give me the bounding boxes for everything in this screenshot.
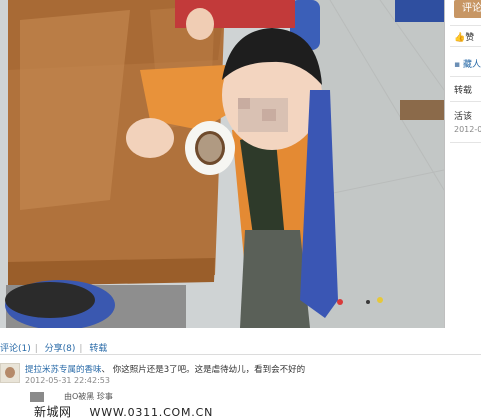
separator: |	[79, 344, 83, 354]
avatar[interactable]	[30, 392, 44, 402]
user-link[interactable]: ▪ 藏人	[454, 57, 481, 70]
photo-scene	[0, 0, 444, 328]
post-photo[interactable]	[0, 0, 445, 328]
user-name: 藏人	[462, 60, 481, 70]
post-actions: 评论(1) | 分享(8) | 转载	[0, 341, 111, 354]
watermark-site: 新城网	[34, 405, 72, 419]
reply-date: 2012-0	[454, 125, 481, 134]
comment-link[interactable]: 评论(1)	[0, 344, 31, 354]
repost-label[interactable]: 转载	[454, 83, 472, 96]
divider	[450, 101, 481, 102]
share-link[interactable]: 分享(8)	[45, 344, 76, 354]
comment-text: 你这照片还是3了吧。这是虐待幼儿，看到会不好的	[112, 365, 306, 375]
divider	[450, 46, 481, 47]
comment-separator: 、	[101, 365, 111, 375]
thumbs-up-icon: 👍	[454, 33, 466, 43]
post-sidebar: 评论 👍赞 ▪ 藏人 转载 活该 2012-0	[446, 0, 481, 328]
divider	[450, 142, 481, 143]
comment-body: 提拉米苏专属的香味、 你这照片还是3了吧。这是虐待幼儿，看到会不好的	[25, 363, 305, 375]
like-button[interactable]: 👍赞	[454, 30, 474, 43]
post-footer: 评论(1) | 分享(8) | 转载 提拉米苏专属的香味、 你这照片还是3了吧。这是…	[0, 328, 481, 419]
separator: |	[34, 344, 38, 354]
user-icon: ▪	[454, 60, 461, 70]
watermark-url: WWW.0311.COM.CN	[89, 406, 214, 419]
comment-user[interactable]: 提拉米苏专属的香味	[25, 365, 102, 375]
divider	[450, 76, 481, 77]
avatar[interactable]	[0, 363, 20, 383]
divider	[450, 25, 481, 26]
reply-text: 活该	[454, 112, 473, 122]
repost-link[interactable]: 转载	[89, 344, 107, 354]
like-label: 赞	[465, 33, 475, 43]
comment-text: 由O被黑 珍事	[64, 392, 113, 401]
comment-timestamp: 2012-05-31 22:42:53	[25, 376, 110, 385]
watermark: 新城网 WWW.0311.COM.CN	[34, 403, 213, 420]
comment-button[interactable]: 评论	[454, 0, 481, 18]
divider	[0, 354, 481, 355]
